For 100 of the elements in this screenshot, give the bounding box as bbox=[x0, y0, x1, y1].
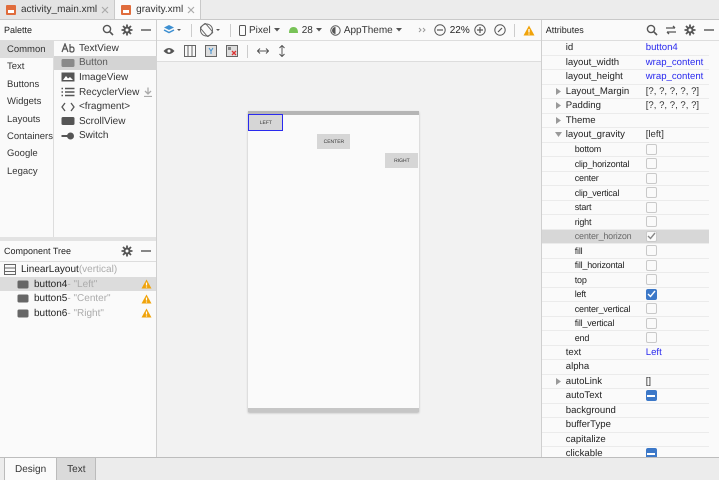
attribute-row[interactable]: autoText bbox=[542, 389, 709, 404]
theme-dropdown[interactable]: AppTheme bbox=[330, 24, 402, 36]
warning-icon[interactable] bbox=[141, 279, 152, 290]
palette-item[interactable]: Switch bbox=[54, 128, 158, 144]
search-icon[interactable] bbox=[102, 24, 114, 36]
palette-item[interactable]: ScrollView bbox=[54, 114, 158, 129]
expand-arrow-icon[interactable] bbox=[554, 378, 562, 385]
checkbox[interactable] bbox=[646, 245, 657, 256]
attribute-row[interactable]: clip_vertical bbox=[542, 186, 709, 200]
file-tab[interactable]: gravity.xml bbox=[115, 0, 202, 19]
attribute-row[interactable]: center_horizon bbox=[542, 230, 709, 244]
tree-item[interactable]: button5- "Center" bbox=[0, 291, 156, 306]
category-item[interactable]: Widgets bbox=[0, 93, 53, 111]
checkbox[interactable] bbox=[646, 260, 657, 271]
checkbox[interactable] bbox=[646, 318, 657, 329]
attribute-value[interactable]: [left] bbox=[646, 129, 664, 140]
rotate-icon[interactable] bbox=[200, 23, 222, 37]
attribute-row[interactable]: bottom bbox=[542, 142, 709, 157]
attribute-row[interactable]: background bbox=[542, 404, 709, 418]
warning-icon[interactable] bbox=[141, 294, 152, 304]
attribute-row[interactable]: bufferType bbox=[542, 418, 709, 432]
attribute-row[interactable]: Layout_Margin [?, ?, ?, ?, ?] bbox=[542, 84, 709, 99]
attribute-row[interactable]: capitalize bbox=[542, 432, 709, 447]
attribute-row[interactable]: text Left bbox=[542, 346, 709, 360]
columns-icon[interactable] bbox=[184, 45, 196, 57]
collapse-arrow-icon[interactable] bbox=[554, 131, 562, 138]
expand-arrow-icon[interactable] bbox=[554, 102, 562, 110]
attribute-row[interactable]: id button4 bbox=[542, 41, 709, 56]
palette-item[interactable]: Button bbox=[54, 56, 158, 70]
settings-icon[interactable] bbox=[684, 24, 696, 36]
category-item[interactable]: Common bbox=[0, 41, 53, 58]
attribute-row[interactable]: layout_height wrap_content bbox=[542, 70, 709, 84]
zoom-out-icon[interactable] bbox=[434, 24, 446, 36]
attribute-value[interactable]: [] bbox=[646, 376, 652, 387]
attribute-row[interactable]: fill_vertical bbox=[542, 316, 709, 331]
checkbox[interactable] bbox=[646, 216, 657, 228]
checkbox[interactable] bbox=[646, 448, 657, 457]
palette-item[interactable]: ImageView bbox=[54, 70, 158, 85]
api-level-dropdown[interactable]: 28 bbox=[288, 24, 322, 36]
close-icon[interactable] bbox=[187, 6, 196, 14]
attribute-value[interactable]: Left bbox=[646, 346, 662, 358]
category-item[interactable]: Containers bbox=[0, 128, 53, 146]
palette-item[interactable]: <fragment> bbox=[54, 99, 158, 114]
attribute-row[interactable]: Theme bbox=[542, 114, 709, 128]
checkbox[interactable] bbox=[646, 144, 657, 155]
checkbox[interactable] bbox=[646, 187, 657, 198]
checkbox[interactable] bbox=[646, 172, 657, 184]
attribute-row[interactable]: fill bbox=[542, 244, 709, 258]
category-item[interactable]: Legacy bbox=[0, 162, 53, 180]
attribute-row[interactable]: end bbox=[542, 331, 709, 346]
attribute-row[interactable]: fill_horizontal bbox=[542, 258, 709, 273]
close-icon[interactable] bbox=[101, 6, 110, 14]
tree-item[interactable]: button6- "Right" bbox=[0, 306, 156, 321]
checkbox[interactable] bbox=[646, 158, 657, 170]
attribute-row[interactable]: autoLink [] bbox=[542, 374, 709, 389]
attribute-row[interactable]: clip_horizontal bbox=[542, 157, 709, 172]
attribute-row[interactable]: top bbox=[542, 273, 709, 288]
checkbox[interactable] bbox=[646, 202, 657, 213]
attribute-value[interactable]: wrap_content bbox=[646, 71, 704, 82]
attribute-row[interactable]: center_vertical bbox=[542, 302, 709, 316]
palette-item[interactable]: TextView bbox=[54, 41, 158, 56]
attribute-value[interactable]: [?, ?, ?, ?, ?] bbox=[646, 86, 700, 97]
checkbox[interactable] bbox=[646, 230, 657, 242]
category-item[interactable]: Layouts bbox=[0, 110, 53, 128]
category-item[interactable]: Buttons bbox=[0, 76, 53, 94]
attribute-row[interactable]: center bbox=[542, 172, 709, 186]
checkbox[interactable] bbox=[646, 274, 657, 286]
expand-arrow-icon[interactable] bbox=[554, 88, 562, 95]
layers-icon[interactable] bbox=[163, 24, 183, 36]
file-tab[interactable]: activity_main.xml bbox=[0, 0, 116, 19]
checkbox[interactable] bbox=[646, 303, 657, 314]
category-item[interactable]: Google bbox=[0, 145, 53, 163]
clear-constraints-icon[interactable] bbox=[226, 45, 238, 57]
eye-icon[interactable] bbox=[163, 47, 175, 55]
warning-icon[interactable] bbox=[522, 24, 535, 36]
checkbox[interactable] bbox=[646, 390, 657, 402]
vertical-arrow-icon[interactable] bbox=[278, 45, 286, 57]
overflow-icon[interactable] bbox=[418, 27, 426, 33]
attribute-value[interactable]: wrap_content bbox=[646, 56, 704, 68]
attribute-row[interactable]: alpha bbox=[542, 360, 709, 374]
download-icon[interactable] bbox=[143, 87, 154, 98]
attribute-row[interactable]: layout_gravity [left] bbox=[542, 128, 709, 142]
attribute-row[interactable]: Padding [?, ?, ?, ?, ?] bbox=[542, 99, 709, 114]
attribute-row[interactable]: start bbox=[542, 200, 709, 215]
baseline-icon[interactable] bbox=[205, 45, 217, 57]
warning-icon[interactable] bbox=[141, 308, 152, 318]
settings-icon[interactable] bbox=[121, 245, 133, 257]
attribute-row[interactable]: layout_width wrap_content bbox=[542, 56, 709, 70]
expand-arrow-icon[interactable] bbox=[554, 116, 562, 124]
attribute-row[interactable]: left bbox=[542, 288, 709, 302]
attribute-value[interactable]: button4 bbox=[646, 42, 678, 54]
palette-item[interactable]: RecyclerView bbox=[54, 84, 158, 100]
view-tab[interactable]: Text bbox=[57, 458, 96, 480]
zoom-fit-icon[interactable] bbox=[494, 24, 506, 36]
settings-icon[interactable] bbox=[121, 24, 133, 36]
view-tab[interactable]: Design bbox=[4, 458, 58, 480]
device-dropdown[interactable]: Pixel bbox=[239, 24, 280, 36]
search-icon[interactable] bbox=[646, 24, 658, 36]
category-item[interactable]: Text bbox=[0, 58, 53, 76]
zoom-in-icon[interactable] bbox=[474, 24, 486, 36]
